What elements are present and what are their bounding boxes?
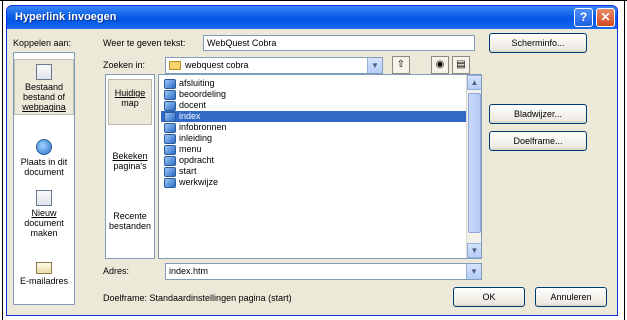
file-name: infobronnen <box>179 122 227 132</box>
web-file-icon <box>164 79 176 89</box>
web-file-icon <box>164 123 176 133</box>
link-item-line: Bestaand <box>24 82 64 92</box>
file-row[interactable]: inleiding <box>161 133 466 144</box>
file-list[interactable]: afsluiting beoordeling docent index info… <box>158 74 482 259</box>
title-bar: Hyperlink invoegen ? ✕ <box>7 6 617 29</box>
file-row[interactable]: afsluiting <box>161 78 466 89</box>
web-file-icon <box>164 90 176 100</box>
file-name: inleiding <box>179 133 213 143</box>
target-frame-button[interactable]: Doelframe... <box>489 131 587 151</box>
bookmark-button[interactable]: Bladwijzer... <box>489 104 587 124</box>
web-file-icon <box>164 134 176 144</box>
link-to-label: Koppelen aan: <box>13 38 72 48</box>
chevron-down-icon[interactable]: ▼ <box>466 264 481 279</box>
browse-subnav: Huidige map Bekeken pagina's Recente bes… <box>105 74 155 259</box>
email-icon <box>36 262 52 274</box>
help-button[interactable]: ? <box>574 8 593 27</box>
web-file-icon <box>164 178 176 188</box>
file-row[interactable]: docent <box>161 100 466 111</box>
link-item-line: Plaats in dit <box>20 157 68 167</box>
hyperlink-dialog: Hyperlink invoegen ? ✕ Koppelen aan: Bes… <box>6 5 618 316</box>
look-in-value: webquest cobra <box>185 60 249 70</box>
subnav-line: bestanden <box>108 221 152 231</box>
subnav-recent-files[interactable]: Recente bestanden <box>108 211 152 235</box>
top-rule <box>0 0 627 1</box>
browse-web-icon[interactable]: ◉ <box>431 56 449 74</box>
link-item-line: document <box>24 167 64 177</box>
link-existing-file-item[interactable]: Bestaand bestand of webpagina <box>14 59 74 115</box>
subnav-line: Huidige <box>114 88 146 98</box>
link-to-panel: Bestaand bestand of webpagina Plaats in … <box>13 52 75 305</box>
link-item-line: webpagina <box>22 102 66 112</box>
subnav-line: Recente <box>113 211 147 221</box>
file-list-scrollbar[interactable]: ▲ ▼ <box>466 75 481 258</box>
new-document-icon <box>36 190 52 206</box>
target-frame-status: Doelframe: Standaardinstellingen pagina … <box>103 293 292 303</box>
ok-button[interactable]: OK <box>453 287 525 307</box>
link-email-item[interactable]: E-mailadres <box>14 259 74 299</box>
scroll-down-icon[interactable]: ▼ <box>467 243 481 258</box>
file-row-selected[interactable]: index <box>161 111 466 122</box>
link-new-document-item[interactable]: Nieuw document maken <box>14 190 74 240</box>
chevron-down-icon[interactable]: ▼ <box>367 58 382 73</box>
look-in-label: Zoeken in: <box>103 60 146 70</box>
display-text-label: Weer te geven tekst: <box>103 38 186 48</box>
file-name: start <box>179 166 197 176</box>
address-value: index.htm <box>169 266 209 276</box>
file-row[interactable]: werkwijze <box>161 177 466 188</box>
subnav-current-folder[interactable]: Huidige map <box>108 79 152 125</box>
look-in-select[interactable]: webquest cobra ▼ <box>165 57 383 74</box>
file-name: afsluiting <box>179 78 215 88</box>
address-label: Adres: <box>103 266 130 276</box>
web-file-icon <box>164 112 176 122</box>
subnav-line: pagina's <box>113 161 147 171</box>
file-row[interactable]: start <box>161 166 466 177</box>
file-row[interactable]: menu <box>161 144 466 155</box>
display-text-input[interactable]: WebQuest Cobra <box>203 35 475 51</box>
subnav-browsed-pages[interactable]: Bekeken pagina's <box>108 151 152 175</box>
link-item-line: maken <box>30 228 58 238</box>
browse-file-icon[interactable]: ▤ <box>452 56 470 74</box>
web-file-icon <box>164 156 176 166</box>
scroll-up-icon[interactable]: ▲ <box>467 75 481 90</box>
left-rule <box>2 0 3 320</box>
cancel-button[interactable]: Annuleren <box>535 287 607 307</box>
file-name: docent <box>179 100 207 110</box>
screentip-button[interactable]: Scherminfo... <box>489 33 587 53</box>
up-one-folder-icon[interactable]: ⇧ <box>392 56 410 74</box>
file-row[interactable]: opdracht <box>161 155 466 166</box>
file-name: werkwijze <box>179 177 219 187</box>
close-button[interactable]: ✕ <box>596 8 615 27</box>
file-name: menu <box>179 144 202 154</box>
subnav-line: map <box>121 98 139 108</box>
link-item-line: Nieuw <box>31 208 57 218</box>
dialog-title: Hyperlink invoegen <box>15 11 117 23</box>
place-in-document-icon <box>36 139 52 155</box>
file-row[interactable]: infobronnen <box>161 122 466 133</box>
right-rule <box>624 0 625 320</box>
file-name: beoordeling <box>179 89 227 99</box>
link-place-in-document-item[interactable]: Plaats in dit document <box>14 139 74 179</box>
web-file-icon <box>164 101 176 111</box>
folder-icon <box>169 61 181 71</box>
scroll-thumb[interactable] <box>468 93 481 233</box>
link-item-line: bestand of <box>22 92 66 102</box>
link-item-line: E-mailadres <box>19 276 68 286</box>
address-input[interactable]: index.htm ▼ <box>165 263 482 280</box>
file-row[interactable]: beoordeling <box>161 89 466 100</box>
web-file-icon <box>164 167 176 177</box>
link-item-line: document <box>24 218 64 228</box>
document-icon <box>36 64 52 80</box>
file-name: index <box>179 111 201 121</box>
subnav-line: Bekeken <box>112 151 148 161</box>
file-name: opdracht <box>179 155 215 165</box>
web-file-icon <box>164 145 176 155</box>
